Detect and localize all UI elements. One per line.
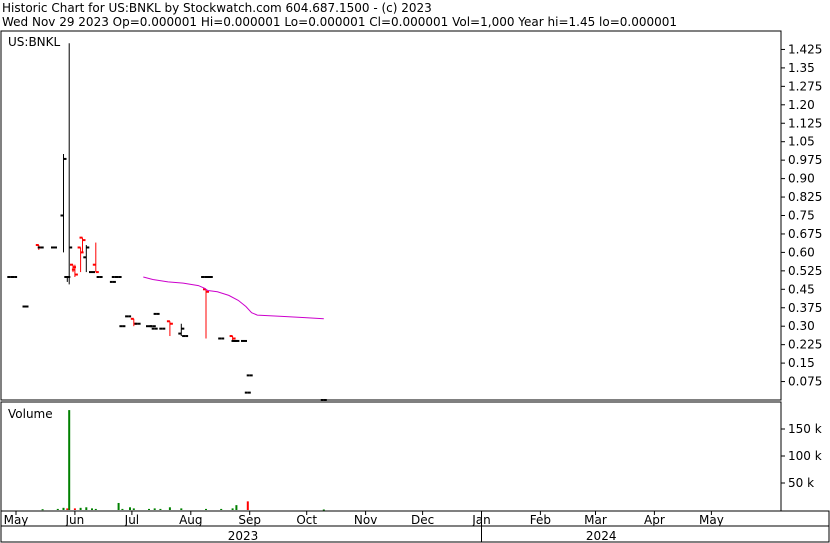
price-tick-label: 1.275 — [788, 79, 822, 93]
volume-bar — [235, 505, 238, 510]
price-tick-label: 1.425 — [788, 42, 822, 56]
volume-marks — [41, 410, 325, 511]
volume-tick-label: 100 k — [788, 449, 822, 463]
month-label: Nov — [354, 513, 377, 527]
month-label: Mar — [584, 513, 607, 527]
volume-bar — [159, 508, 162, 510]
volume-bar — [129, 507, 131, 510]
volume-bar — [153, 508, 156, 510]
volume-bar — [322, 509, 325, 511]
month-label: Feb — [530, 513, 551, 527]
volume-bar — [180, 508, 183, 510]
price-bar — [66, 43, 73, 285]
volume-bar — [73, 508, 76, 510]
price-tick-label: 0.525 — [788, 264, 822, 278]
month-label: Apr — [644, 513, 665, 527]
volume-bar — [79, 507, 82, 510]
year-label: 2023 — [228, 529, 259, 543]
price-bar — [92, 242, 99, 274]
price-tick-label: 0.975 — [788, 153, 822, 167]
axis-marks: 1.425 1.35 1.275 1.20 1.125 1.05 0.975 0.90 0.82… — [4, 42, 823, 543]
price-bar — [130, 317, 137, 327]
price-tick-label: 0.45 — [788, 282, 815, 296]
stock-chart: US:BNKL Volume 1.4251.351.2751.201.1251.… — [0, 30, 830, 543]
price-tick-label: 1.35 — [788, 61, 815, 75]
price-tick-label: 0.60 — [788, 245, 815, 259]
volume-bar — [56, 508, 59, 510]
price-tick-label: 1.20 — [788, 98, 815, 112]
symbol-label: US:BNKL — [8, 35, 61, 49]
volume-bar — [117, 502, 120, 510]
moving-average-line — [143, 276, 324, 320]
volume-bar — [220, 508, 223, 510]
price-bar — [178, 323, 185, 337]
price-bar — [83, 245, 90, 273]
month-label: Jul — [124, 513, 139, 527]
volume-bar — [246, 501, 249, 510]
price-tick-label: 0.225 — [788, 338, 822, 352]
price-tick-label: 0.15 — [788, 356, 815, 370]
price-tick-label: 1.125 — [788, 116, 822, 130]
volume-bar — [66, 508, 69, 510]
month-label: Jun — [65, 513, 85, 527]
month-label: May — [699, 513, 724, 527]
month-label: Sep — [238, 513, 261, 527]
volume-bar — [231, 508, 234, 510]
month-label: Aug — [179, 513, 202, 527]
price-tick-label: 0.30 — [788, 319, 815, 333]
volume-tick-label: 50 k — [788, 476, 814, 490]
volume-bar — [94, 508, 97, 510]
volume-panel-frame — [0, 401, 782, 512]
price-tick-label: 0.075 — [788, 375, 822, 389]
price-tick-label: 0.75 — [788, 209, 815, 223]
price-marks — [7, 43, 327, 401]
price-tick-label: 0.675 — [788, 227, 822, 241]
month-label: Oct — [296, 513, 317, 527]
volume-bar — [62, 507, 65, 510]
volume-bar — [121, 508, 124, 510]
volume-bar — [41, 509, 44, 511]
volume-bar — [68, 410, 71, 510]
volume-tick-label: 150 k — [788, 422, 822, 436]
volume-bar — [148, 508, 150, 510]
price-tick-label: 0.825 — [788, 190, 822, 204]
volume-label: Volume — [8, 407, 53, 421]
price-tick-label: 0.90 — [788, 172, 815, 186]
month-label: May — [4, 513, 29, 527]
volume-bar — [205, 508, 207, 510]
price-bar — [203, 288, 209, 339]
moving-average-marks — [143, 276, 324, 320]
month-label: Dec — [411, 513, 434, 527]
price-tick-label: 0.375 — [788, 301, 822, 315]
volume-bar — [168, 507, 171, 510]
price-bar — [60, 154, 67, 253]
volume-bar — [132, 508, 135, 510]
volume-bar — [91, 508, 93, 510]
price-tick-label: 1.05 — [788, 135, 815, 149]
price-panel-frame — [0, 30, 782, 401]
volume-bar — [85, 507, 88, 510]
year-label: 2024 — [586, 529, 617, 543]
price-bar — [166, 320, 173, 337]
